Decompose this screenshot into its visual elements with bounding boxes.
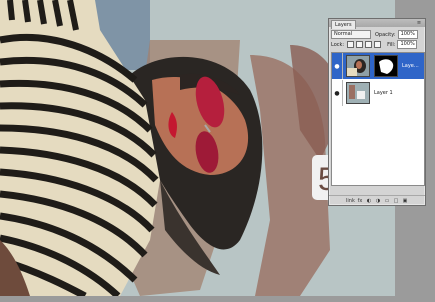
panel-footer: link fx ◐ ◑ ▭ □ ▣	[329, 195, 425, 206]
blend-mode-select[interactable]: Normal	[331, 30, 371, 39]
layers-list[interactable]: ● Laye... ● Layer 1	[331, 52, 425, 186]
mask-icon[interactable]: ◐	[366, 198, 372, 204]
opacity-label: Opacity:	[375, 31, 396, 38]
adjustment-icon[interactable]: ◑	[375, 198, 381, 204]
layer-thumbnail[interactable]	[346, 55, 370, 77]
lock-image-icon[interactable]	[356, 41, 364, 48]
lock-icons	[347, 41, 382, 48]
fill-label: Fill:	[387, 41, 396, 48]
lock-label: Lock:	[331, 41, 345, 48]
new-layer-icon[interactable]: □	[393, 198, 399, 204]
lock-position-icon[interactable]	[365, 41, 373, 48]
lock-row: Lock: Fill: 100%	[331, 40, 418, 49]
layer-thumbnail[interactable]	[346, 82, 370, 104]
opacity-input[interactable]: 100%	[397, 30, 418, 39]
lock-all-icon[interactable]	[374, 41, 382, 48]
panel-menu-icon[interactable]: ≡	[415, 20, 423, 26]
trash-icon[interactable]: ▣	[402, 198, 408, 204]
layer-name[interactable]: Layer 1	[374, 90, 393, 96]
link-label[interactable]: link	[346, 198, 355, 204]
layer-row-bottom[interactable]: ● Layer 1	[332, 80, 424, 106]
layers-panel[interactable]: Layers ≡ Normal Opacity: 100% Lock: Fill…	[328, 18, 426, 206]
lock-transparent-icon[interactable]	[347, 41, 355, 48]
layer-name[interactable]: Laye...	[402, 63, 419, 69]
tab-layers[interactable]: Layers	[331, 20, 356, 29]
folder-icon[interactable]: ▭	[384, 198, 390, 204]
layer-mask-thumbnail[interactable]	[374, 55, 398, 77]
fx-icon[interactable]: fx	[357, 198, 363, 204]
blend-row: Normal Opacity: 100%	[331, 30, 418, 39]
eye-icon[interactable]: ●	[332, 80, 343, 106]
fill-input[interactable]: 100%	[397, 40, 418, 49]
eye-icon[interactable]: ●	[332, 53, 343, 79]
layer-row-top[interactable]: ● Laye...	[332, 53, 424, 79]
canvas-frame-bottom	[0, 296, 435, 302]
